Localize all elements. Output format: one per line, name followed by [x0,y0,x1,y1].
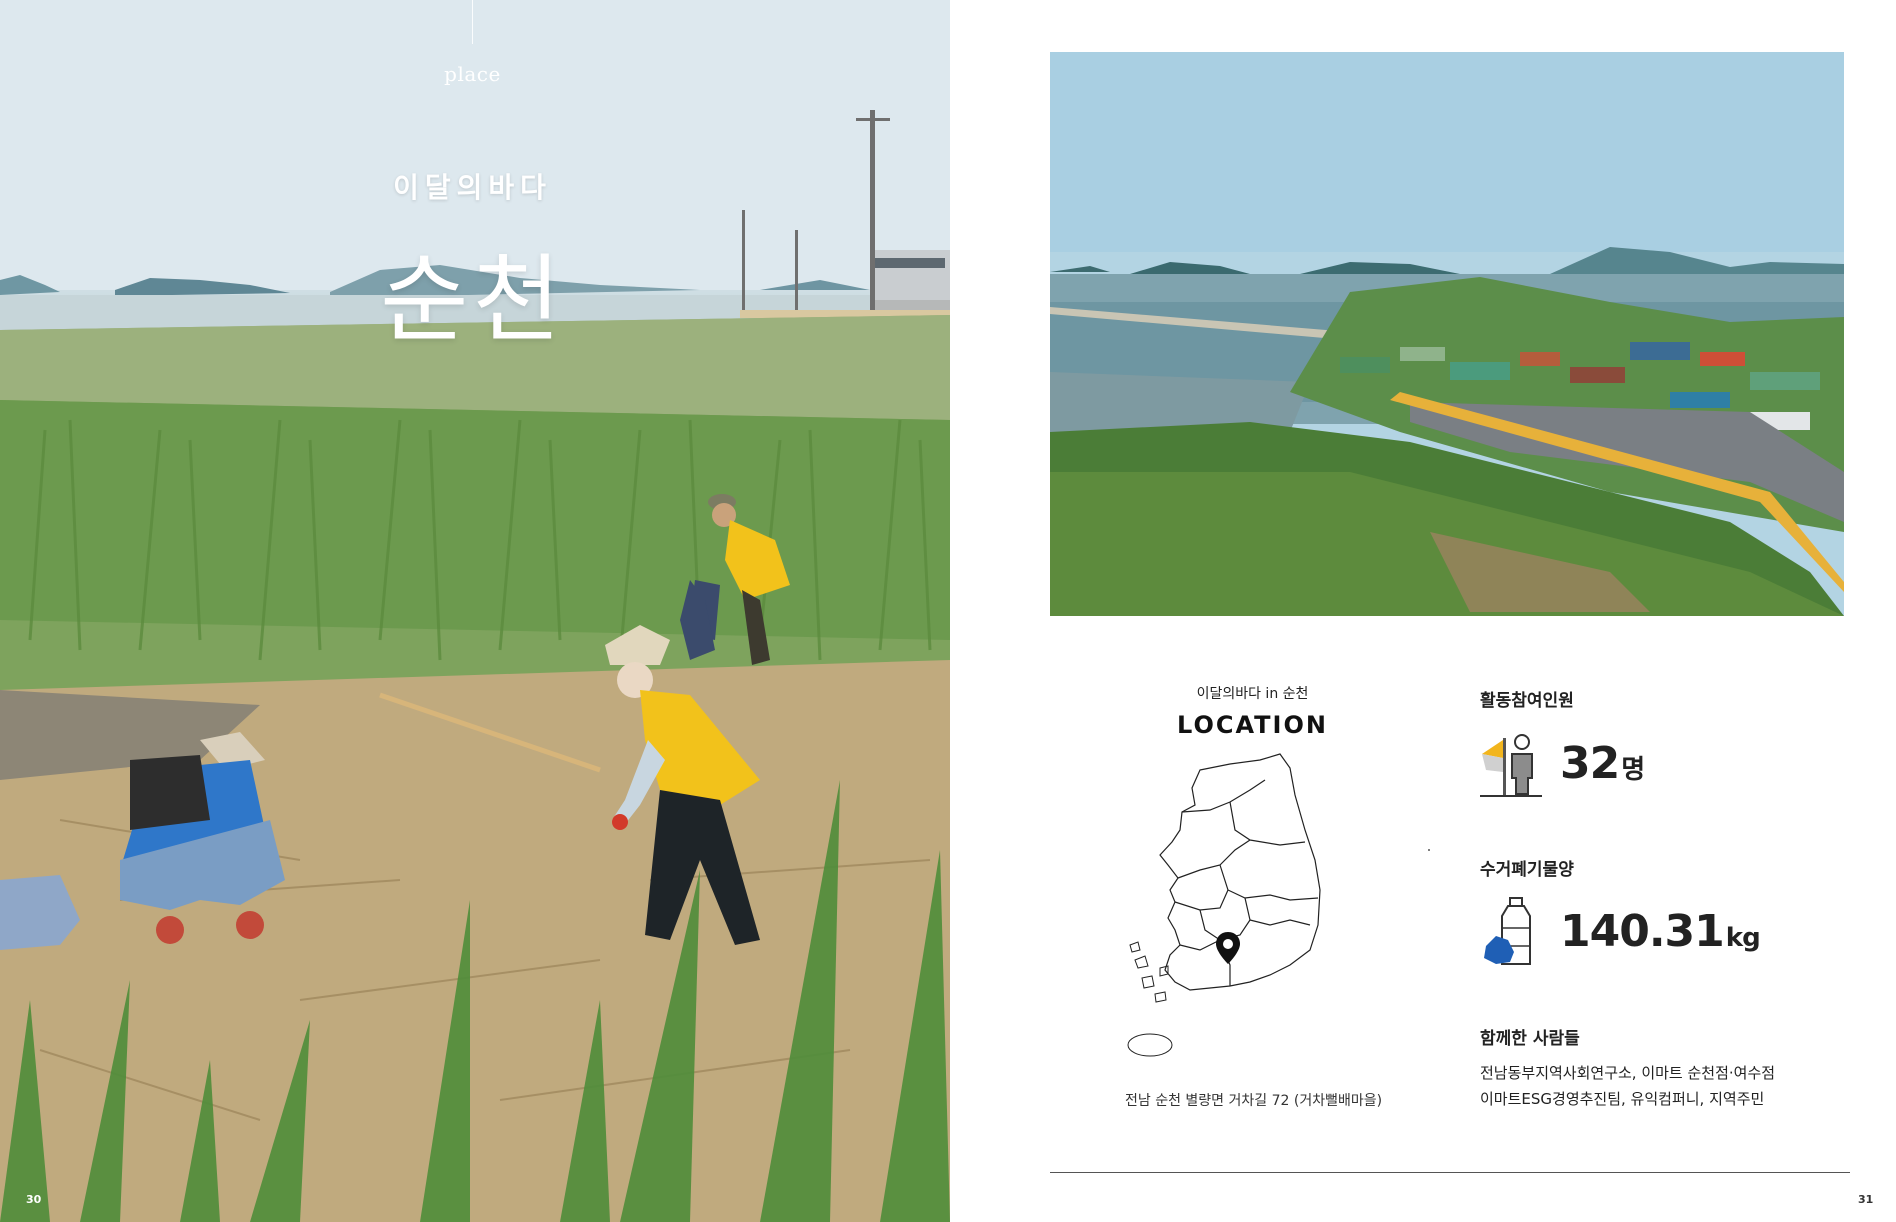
section-label: 이달의바다 [393,171,552,204]
page-number-right: 31 [1858,1193,1874,1206]
waste-unit: kg [1725,923,1761,953]
left-page-photo: place 이달의바다 순천 30 [0,0,950,1222]
participants-label: 활동참여인원 [1480,691,1574,711]
korea-outline-map [1127,753,1321,1057]
location-heading: LOCATION [1177,711,1328,739]
waste-number: 140.31 [1560,906,1725,957]
stray-dot [1428,849,1430,851]
flag-person-icon [1480,732,1542,804]
bottom-divider [1050,1172,1850,1173]
partners-line-1: 전남동부지역사회연구소, 이마트 순천점·여수점 [1480,1064,1776,1082]
village-aerial-photo [1050,52,1844,616]
place-title: 순천 [380,244,565,356]
location-heading-block: 이달의바다 in 순천 LOCATION [1115,683,1375,739]
place-label: place [444,62,501,86]
participants-number: 32 [1560,738,1620,789]
waste-value: 140.31kg [1560,906,1761,957]
page-number-left: 30 [26,1193,42,1206]
partners-label: 함께한 사람들 [1480,1029,1580,1049]
korea-map [1120,750,1350,1080]
waste-label: 수거폐기물양 [1480,860,1574,880]
map-pin-icon [1216,932,1240,964]
partners-line-2: 이마트ESG경영추진팀, 유익컴퍼니, 지역주민 [1480,1090,1765,1108]
location-subtitle: 이달의바다 in 순천 [1196,686,1309,702]
location-address: 전남 순천 별량면 거차길 72 (거차뻘배마을) [1125,1093,1383,1109]
participants-value: 32명 [1560,738,1645,789]
coastal-village-aerial-image [1050,52,1844,616]
participants-unit: 명 [1621,755,1645,785]
bottle-bag-icon [1482,896,1542,972]
top-divider-line [472,0,473,44]
